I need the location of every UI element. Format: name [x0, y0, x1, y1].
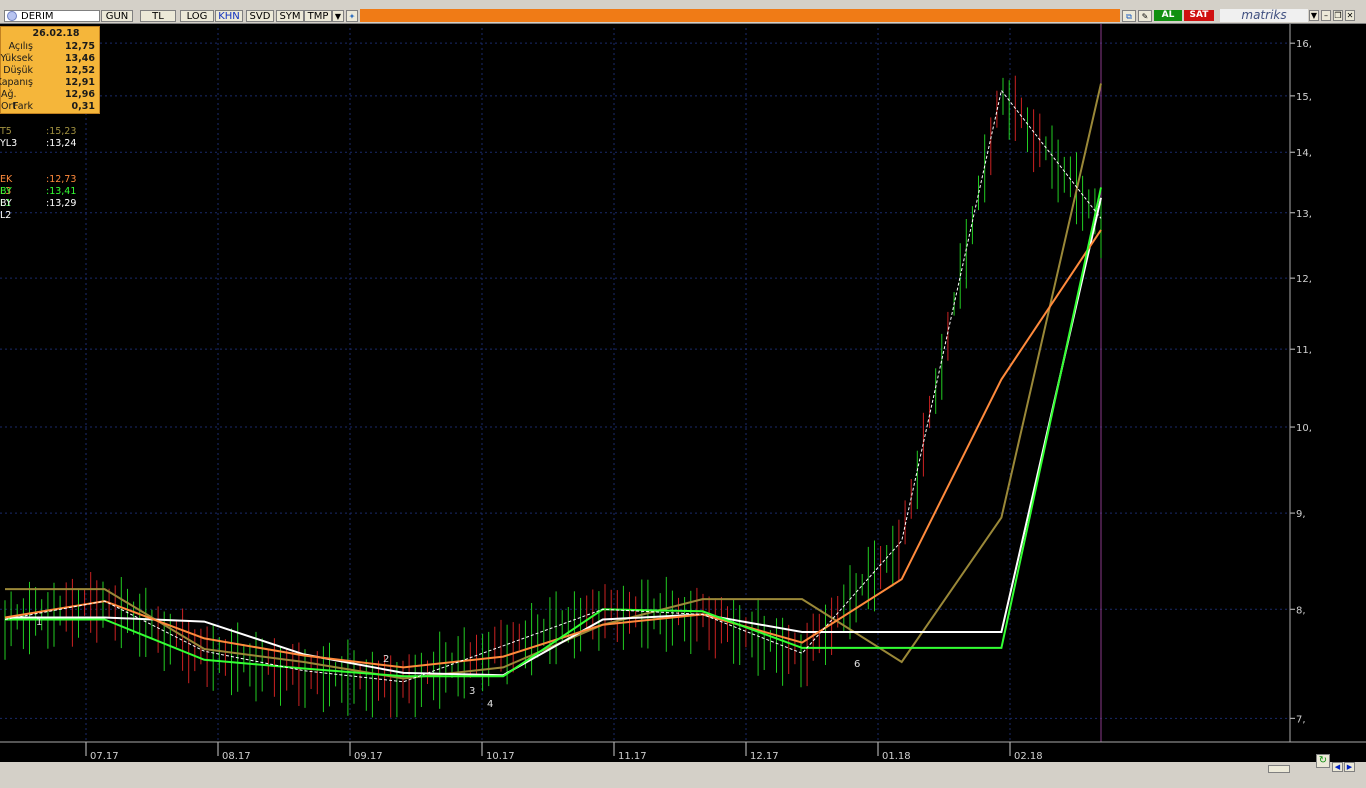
series-line-yl3: [5, 197, 1102, 677]
log-scale-button[interactable]: LOG: [180, 10, 214, 22]
link-icon[interactable]: ⧉: [1122, 10, 1136, 22]
x-tick-label: 07.17: [90, 751, 119, 762]
indicator-lines: [4, 83, 1102, 683]
price-chart[interactable]: 7, 8, 9, 10, 11, 12, 13, 14, 15, 16, 07.17 08.17 09…: [0, 24, 1366, 762]
info-row-close: Kapanış12,91: [0, 77, 95, 88]
info-row-diff: Fark 0,31: [13, 101, 95, 112]
title-bar: [360, 9, 1120, 22]
annotation-label: 6: [854, 659, 860, 670]
buy-button[interactable]: AL: [1154, 10, 1182, 21]
y-tick-label: 8,: [1296, 605, 1306, 616]
annotation-label: 2: [383, 654, 389, 665]
price-bars: [4, 75, 1102, 718]
y-tick-label: 11,: [1296, 345, 1312, 356]
info-row-open: Açılış 12,75: [8, 41, 95, 52]
symbol-label: DERIM: [21, 11, 54, 22]
y-tick-label: 16,: [1296, 39, 1312, 50]
twitter-icon[interactable]: ✦: [346, 10, 358, 22]
info-row-high: Yüksek 13,46: [0, 53, 95, 64]
x-tick-label: 11.17: [618, 751, 647, 762]
pencil-icon[interactable]: ✎: [1138, 10, 1152, 22]
globe-icon: [7, 11, 17, 21]
annotation-label: 4: [487, 699, 493, 710]
x-tick-label: 09.17: [354, 751, 383, 762]
svd-button[interactable]: SVD: [246, 10, 274, 22]
annotation-label: 3: [469, 686, 475, 697]
minimize-icon[interactable]: –: [1321, 10, 1331, 21]
info-date: 26.02.18: [32, 28, 80, 39]
x-tick-label: 08.17: [222, 751, 251, 762]
chevron-down-icon[interactable]: ▼: [332, 10, 344, 22]
tmp-button[interactable]: TMP: [304, 10, 332, 22]
series-line-by-l1: [5, 187, 1102, 678]
y-tick-label: 7,: [1296, 714, 1306, 725]
info-row-avg: Ağ. Ort 12,96: [1, 89, 95, 112]
scrollbar-thumb[interactable]: [1268, 765, 1290, 773]
y-tick-label: 9,: [1296, 509, 1306, 520]
info-row-low: Düşük 12,52: [3, 65, 95, 76]
annotation-label: 1: [36, 617, 42, 628]
status-strip: ↻ ◀ ▶: [0, 754, 1366, 788]
price-axis: 7, 8, 9, 10, 11, 12, 13, 14, 15, 16,: [1289, 24, 1312, 742]
dropdown-icon[interactable]: ▼: [1309, 10, 1319, 21]
period-button[interactable]: GUN: [101, 10, 133, 22]
x-tick-label: 12.17: [750, 751, 779, 762]
ohlc-info-panel: 26.02.18 Açılış 12,75 Yüksek 13,46 Düşük 12…: [0, 26, 100, 114]
scroll-right-icon[interactable]: ▶: [1344, 762, 1355, 772]
series-line-close: [4, 89, 1102, 683]
khn-button[interactable]: KHN: [215, 10, 243, 22]
sym-button[interactable]: SYM: [276, 10, 304, 22]
currency-button[interactable]: TL: [140, 10, 176, 22]
brand-logo: matriks: [1220, 9, 1308, 22]
sell-button[interactable]: SAT: [1184, 10, 1214, 21]
scroll-left-icon[interactable]: ◀: [1332, 762, 1343, 772]
symbol-selector[interactable]: DERIM: [4, 10, 100, 22]
toolbar: DERIM GUN TL LOG KHN SVD SYM TMP ▼ ✦ ⧉ ✎…: [0, 0, 1366, 24]
y-tick-label: 12,: [1296, 274, 1312, 285]
x-tick-label: 10.17: [486, 751, 515, 762]
close-icon[interactable]: ✕: [1345, 10, 1355, 21]
refresh-icon[interactable]: ↻: [1316, 754, 1330, 768]
x-tick-label: 01.18: [882, 751, 911, 762]
time-axis: 07.17 08.17 09.17 10.17 11.17 12.17 01.18 02.18: [0, 741, 1366, 762]
y-tick-label: 10,: [1296, 423, 1312, 434]
y-tick-label: 14,: [1296, 148, 1312, 159]
y-tick-label: 13,: [1296, 209, 1312, 220]
y-tick-label: 15,: [1296, 92, 1312, 103]
restore-icon[interactable]: ❐: [1333, 10, 1343, 21]
x-tick-label: 02.18: [1014, 751, 1043, 762]
series-line-ek-l3: [4, 229, 1102, 669]
